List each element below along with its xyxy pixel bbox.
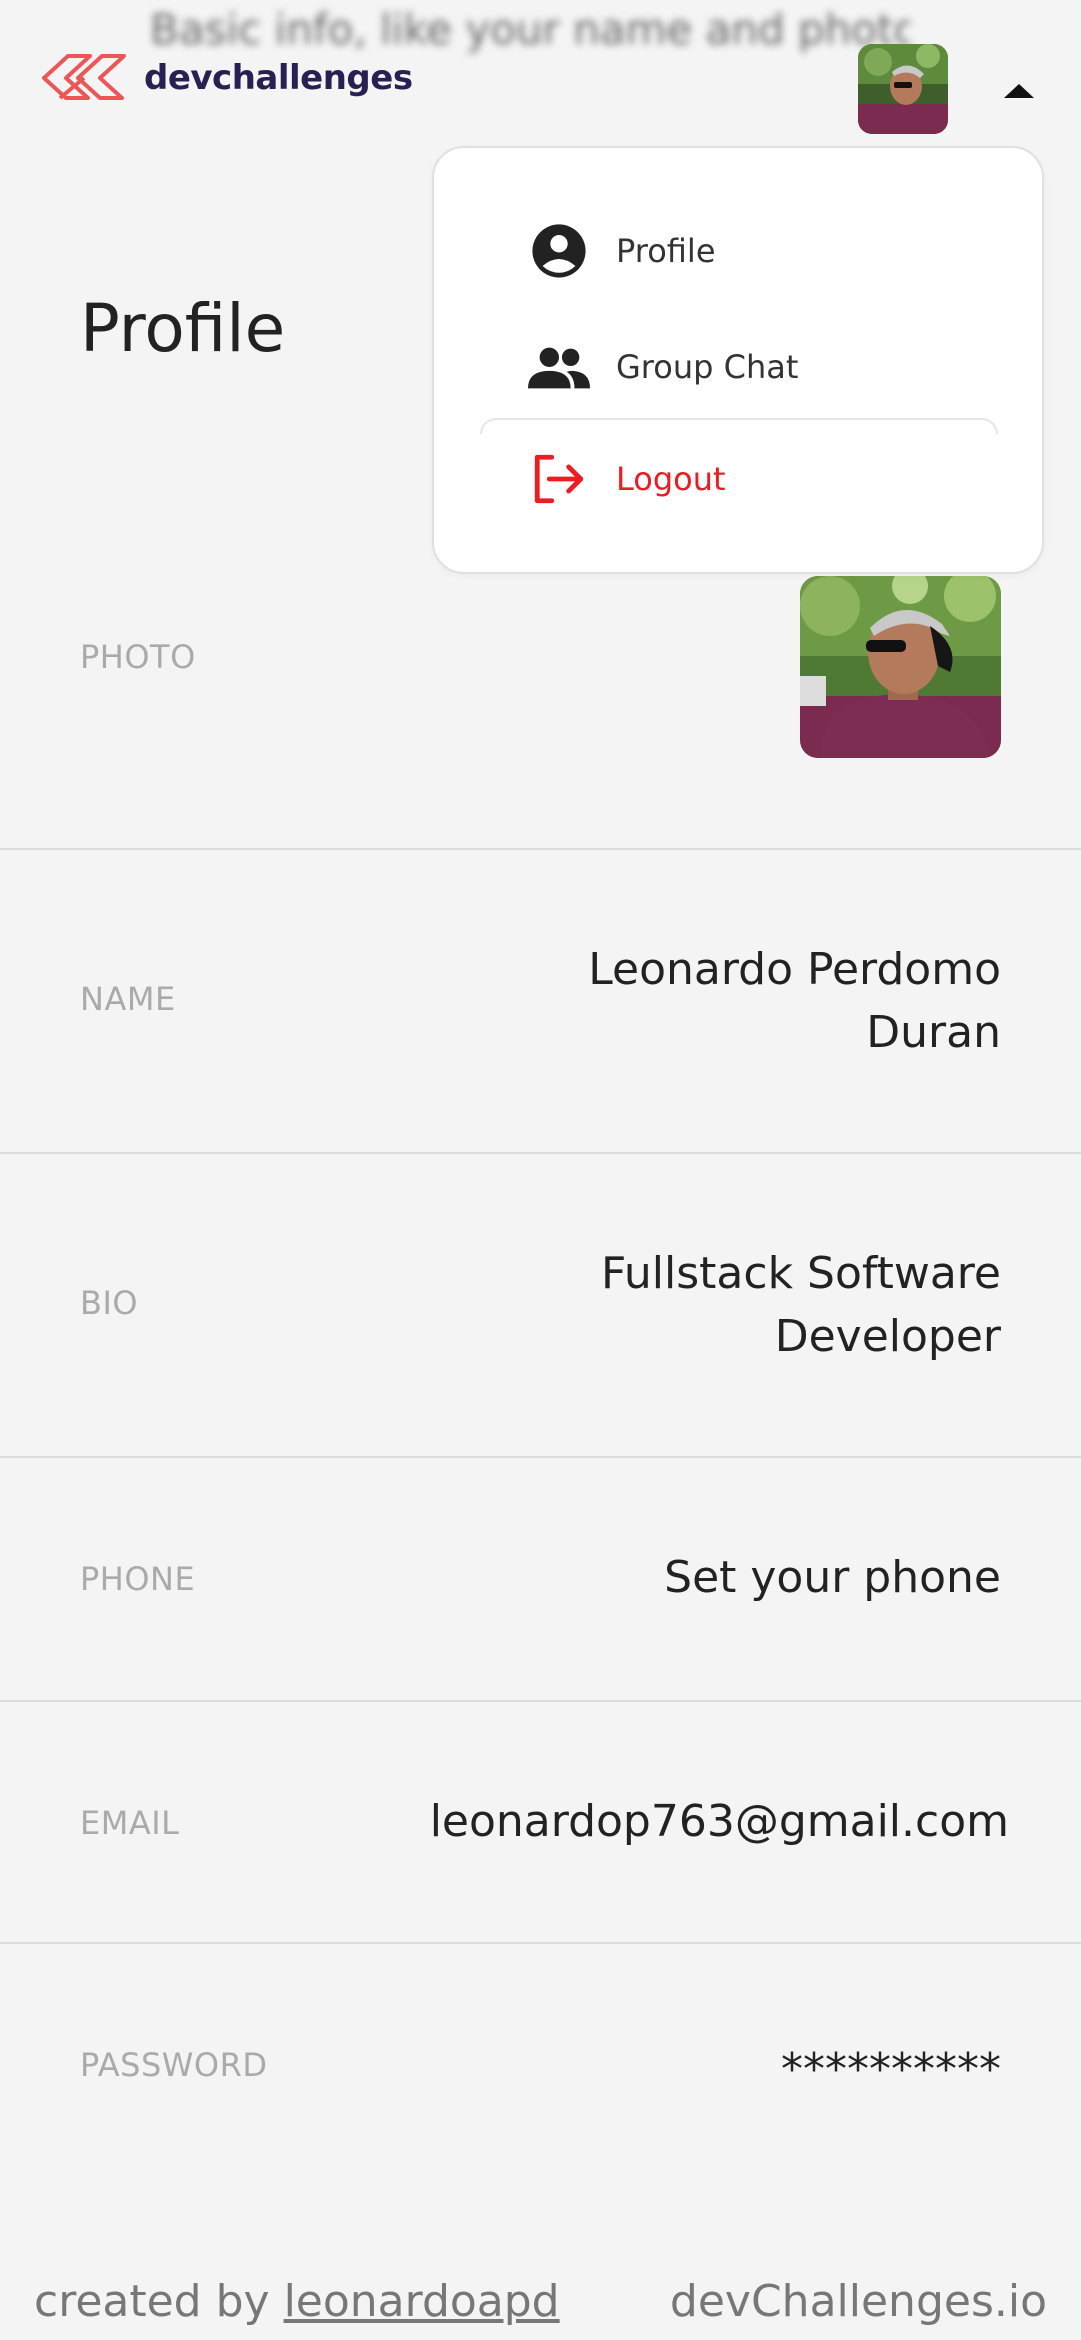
- bio-row[interactable]: BIO Fullstack Software Developer: [0, 1154, 1081, 1458]
- menu-divider: [480, 418, 998, 434]
- name-label: NAME: [80, 980, 176, 1018]
- bio-value: Fullstack Software Developer: [601, 1248, 1001, 1362]
- group-icon: [528, 336, 590, 398]
- user-dropdown-menu: Profile Group Chat Logout: [432, 146, 1044, 574]
- phone-row[interactable]: PHONE Set your phone: [0, 1458, 1081, 1702]
- created-by-text: created by: [34, 2276, 270, 2327]
- name-row[interactable]: NAME Leonardo Perdomo Duran: [0, 850, 1081, 1154]
- account-circle-icon: [528, 220, 590, 282]
- menu-item-group-chat[interactable]: Group Chat: [528, 336, 798, 398]
- menu-item-label: Group Chat: [616, 348, 799, 386]
- password-label: PASSWORD: [80, 2046, 268, 2084]
- site-name: devChallenges.io: [669, 2276, 1047, 2327]
- password-value: **********: [781, 2044, 1001, 2095]
- menu-item-profile[interactable]: Profile: [528, 220, 716, 282]
- password-row[interactable]: PASSWORD **********: [0, 1944, 1081, 2144]
- footer-credit: created by leonardoapd: [34, 2276, 560, 2327]
- profile-photo[interactable]: [800, 576, 1001, 758]
- menu-item-logout[interactable]: Logout: [528, 448, 726, 510]
- footer: created by leonardoapd devChallenges.io: [34, 2276, 1047, 2327]
- menu-item-label: Logout: [616, 460, 726, 498]
- phone-value: Set your phone: [664, 1552, 1001, 1603]
- photo-label: PHOTO: [80, 638, 196, 676]
- email-value: leonardop763@gmail.com: [429, 1796, 1009, 1847]
- bio-label: BIO: [80, 1284, 139, 1322]
- phone-label: PHONE: [80, 1560, 196, 1598]
- email-label: EMAIL: [80, 1804, 180, 1842]
- author-link[interactable]: leonardoapd: [284, 2276, 560, 2327]
- logout-icon: [528, 448, 590, 510]
- menu-item-label: Profile: [616, 232, 716, 270]
- name-value: Leonardo Perdomo Duran: [588, 944, 1001, 1058]
- email-row[interactable]: EMAIL leonardop763@gmail.com: [0, 1702, 1081, 1944]
